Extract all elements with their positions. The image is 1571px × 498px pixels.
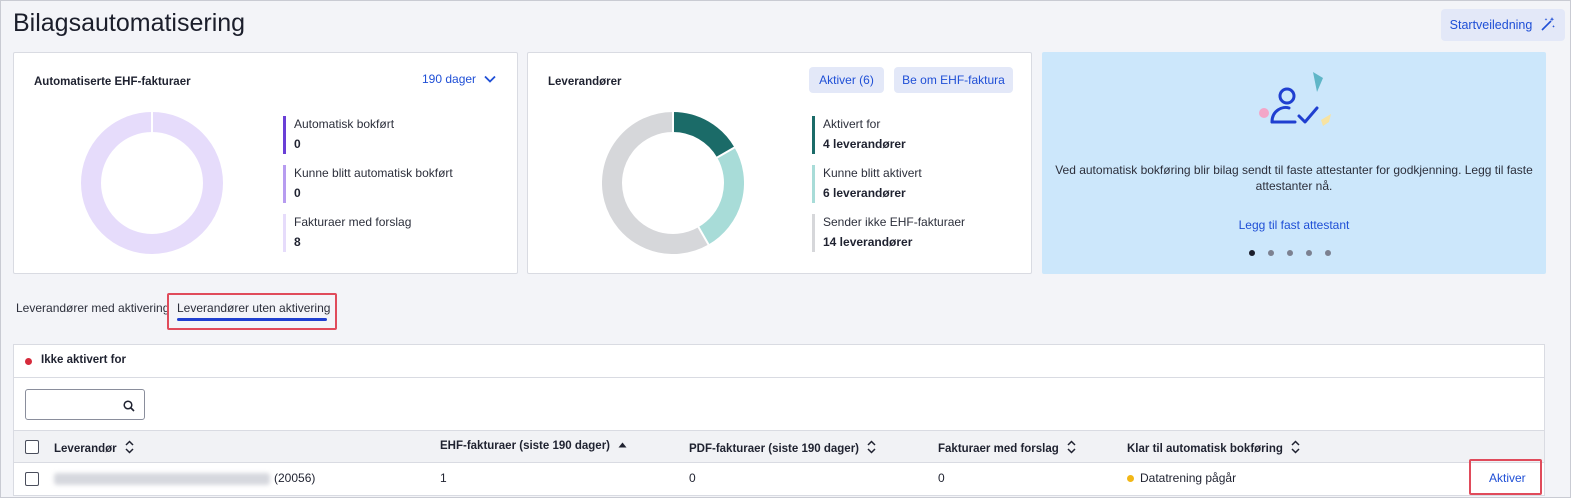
select-all-checkbox[interactable]: [25, 440, 39, 454]
legend-could-be-booked: Kunne blitt automatisk bokført 0: [283, 165, 453, 203]
chevron-down-icon: [484, 72, 496, 86]
ehf-automation-card: Automatiserte EHF-fakturaer 190 dager Au…: [13, 52, 518, 274]
tab-with-activation[interactable]: Leverandører med aktivering: [16, 301, 169, 315]
supplier-card: Leverandører Aktiver (6) Be om EHF-faktu…: [527, 52, 1032, 274]
sort-ascending-icon: [618, 440, 627, 452]
search-input[interactable]: [25, 389, 145, 420]
tab-active-indicator: [177, 318, 327, 321]
carousel-dot[interactable]: [1249, 250, 1255, 256]
column-header-ready[interactable]: Klar til automatisk bokføring: [1127, 440, 1300, 457]
ehf-card-title: Automatiserte EHF-fakturaer: [34, 76, 191, 88]
sort-icon: [867, 440, 876, 457]
redacted-supplier-name: [54, 472, 270, 485]
ehf-donut-chart: [81, 112, 223, 254]
sort-icon: [1067, 440, 1076, 457]
legend-no-ehf: Sender ikke EHF-fakturaer 14 leverandøre…: [812, 214, 965, 252]
activate-button[interactable]: Aktiver: [1489, 471, 1526, 485]
guide-label: Startveiledning: [1449, 18, 1533, 32]
carousel-dot[interactable]: [1306, 250, 1312, 256]
donut-segment: [672, 112, 735, 158]
sort-icon: [125, 440, 134, 457]
promo-text: Ved automatisk bokføring blir bilag send…: [1055, 163, 1533, 193]
carousel-dots: [1249, 250, 1331, 256]
guide-button[interactable]: Startveiledning: [1441, 9, 1565, 41]
supplier-donut-chart: [602, 112, 744, 254]
row-checkbox[interactable]: [25, 472, 39, 486]
cell-pdf: 0: [689, 471, 696, 485]
donut-segment: [602, 112, 709, 254]
supplier-card-title: Leverandører: [548, 76, 622, 88]
carousel-dot[interactable]: [1287, 250, 1293, 256]
carousel-dot[interactable]: [1268, 250, 1274, 256]
search-icon: [123, 399, 135, 417]
period-select[interactable]: 190 dager: [422, 72, 496, 86]
section-title: Ikke aktivert for: [41, 354, 127, 366]
period-label: 190 dager: [422, 72, 477, 86]
cell-suggestions: 0: [938, 471, 945, 485]
tab-without-activation[interactable]: Leverandører uten aktivering: [177, 301, 330, 315]
column-header-supplier[interactable]: Leverandør: [54, 440, 134, 457]
request-ehf-button[interactable]: Be om EHF-faktura: [894, 67, 1013, 93]
legend-could-be-activated: Kunne blitt aktivert 6 leverandører: [812, 165, 922, 203]
cell-status: Datatrening pågår: [1127, 471, 1236, 485]
legend-activated: Aktivert for 4 leverandører: [812, 116, 906, 154]
section-header: Ikke aktivert for: [14, 345, 1544, 378]
status-dot: [25, 358, 32, 365]
donut-segment: [698, 147, 744, 245]
legend-with-suggestions: Fakturaer med forslag 8: [283, 214, 411, 252]
add-approver-link[interactable]: Legg til fast attestant: [1042, 218, 1546, 232]
cell-supplier: (20056): [54, 471, 315, 485]
magic-wand-icon: [1540, 16, 1556, 35]
page-title: Bilagsautomatisering: [13, 9, 246, 37]
suppliers-table-card: Ikke aktivert for Leverandør EHF-faktura…: [13, 344, 1545, 496]
column-header-ehf[interactable]: EHF-fakturaer (siste 190 dager): [440, 440, 627, 452]
activate-all-button[interactable]: Aktiver (6): [809, 67, 884, 93]
user-check-illustration: [1259, 72, 1331, 126]
cell-ehf: 1: [440, 471, 447, 485]
promo-card: Ved automatisk bokføring blir bilag send…: [1042, 52, 1546, 274]
legend-auto-booked: Automatisk bokført 0: [283, 116, 394, 154]
column-header-suggestions[interactable]: Fakturaer med forslag: [938, 440, 1076, 457]
table-header: Leverandør EHF-fakturaer (siste 190 dage…: [14, 430, 1544, 463]
donut-segment: [81, 112, 223, 254]
carousel-dot[interactable]: [1325, 250, 1331, 256]
column-header-pdf[interactable]: PDF-fakturaer (siste 190 dager): [689, 440, 876, 457]
sort-icon: [1291, 440, 1300, 457]
status-dot: [1127, 475, 1134, 483]
